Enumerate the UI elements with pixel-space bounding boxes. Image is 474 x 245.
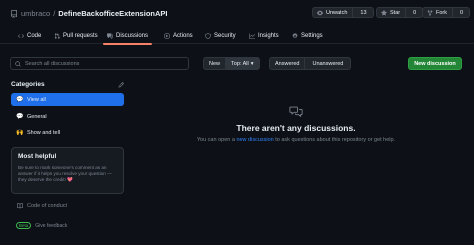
code-of-conduct-label: Code of conduct: [27, 203, 68, 209]
sort-toggle: New Top: All ▾: [203, 57, 260, 70]
tab-security[interactable]: Security: [205, 30, 236, 42]
eye-icon: [317, 10, 323, 15]
watch-count: 13: [360, 9, 367, 16]
empty-state-title: There aren't any discussions.: [236, 123, 356, 133]
most-helpful-box: Most helpful Be sure to mark someone's c…: [11, 147, 124, 194]
tab-settings[interactable]: Settings: [292, 30, 323, 42]
discussions-empty-icon: [289, 106, 303, 117]
tab-insights-label: Insights: [258, 33, 279, 39]
divider: [452, 7, 453, 18]
category-label: View all: [27, 96, 46, 103]
most-helpful-text: Be sure to mark someone's comment as an …: [18, 165, 112, 182]
discussions-icon: [107, 33, 113, 39]
tab-discussions-label: Discussions: [116, 33, 149, 39]
tab-discussions[interactable]: Discussions: [102, 30, 153, 45]
sort-top-label: Top: All: [231, 60, 249, 67]
tab-pull-requests[interactable]: Pull requests: [54, 30, 98, 42]
category-label: General: [27, 113, 47, 120]
pencil-icon[interactable]: [118, 82, 124, 88]
star-button[interactable]: Star 0: [376, 7, 424, 18]
repo-nav-tabs: Code Pull requests Discussions Actions S…: [0, 26, 474, 45]
tab-settings-label: Settings: [301, 33, 323, 39]
fork-button[interactable]: Fork 0: [422, 7, 471, 18]
search-input[interactable]: [24, 60, 184, 67]
fork-label: Fork: [436, 9, 447, 16]
raised-hands-icon: 🙌: [16, 130, 24, 136]
tab-actions-label: Actions: [173, 33, 193, 39]
star-label: Star: [390, 9, 401, 16]
sort-new-button[interactable]: New: [204, 58, 225, 69]
gear-icon: [292, 33, 298, 39]
empty-state-message: You can open a new discussion to ask que…: [150, 137, 442, 143]
pull-request-icon: [54, 33, 60, 39]
empty-state-text-after: to ask questions about this repository o…: [273, 137, 396, 143]
new-discussion-link[interactable]: new discussion: [236, 137, 273, 143]
tab-security-label: Security: [214, 33, 236, 39]
category-general[interactable]: 💬 General: [11, 110, 124, 123]
repo-separator: /: [53, 9, 56, 18]
tab-actions[interactable]: Actions: [164, 30, 193, 42]
sort-top-dropdown[interactable]: Top: All ▾: [225, 58, 259, 69]
book-icon: [17, 203, 23, 209]
repo-icon: [11, 9, 17, 18]
fork-count: 0: [460, 9, 464, 16]
empty-state-text-before: You can open a: [196, 137, 237, 143]
code-icon: [18, 34, 24, 38]
tab-pull-requests-label: Pull requests: [63, 33, 98, 39]
shield-icon: [205, 33, 211, 39]
filter-unanswered-button[interactable]: Unanswered: [304, 58, 350, 69]
categories-heading: Categories: [11, 81, 45, 88]
unwatch-label: Unwatch: [326, 9, 348, 16]
search-icon: [15, 60, 21, 67]
graph-icon: [249, 33, 255, 39]
filter-answered-button[interactable]: Answered: [270, 58, 304, 69]
tab-code-label: Code: [27, 33, 42, 39]
category-show-and-tell[interactable]: 🙌 Show and tell: [11, 126, 124, 139]
divider: [352, 7, 354, 18]
tab-code[interactable]: Code: [18, 30, 41, 42]
give-feedback-link[interactable]: Give feedback: [35, 223, 67, 229]
repo-name-link[interactable]: DefineBackofficeExtensionAPI: [58, 9, 167, 18]
code-of-conduct-link[interactable]: Code of conduct: [17, 203, 67, 209]
answer-filter: Answered Unanswered: [269, 57, 352, 70]
give-feedback[interactable]: Beta Give feedback: [16, 222, 67, 229]
speech-balloon-icon: 💬: [16, 97, 24, 103]
repo-breadcrumb: umbraco / DefineBackofficeExtensionAPI: [10, 9, 167, 18]
star-icon: [381, 9, 387, 15]
tab-insights[interactable]: Insights: [249, 30, 279, 42]
beta-badge: Beta: [16, 222, 32, 229]
unwatch-button[interactable]: Unwatch 13: [312, 7, 374, 18]
fork-icon: [427, 9, 433, 16]
speech-balloon-icon: 💬: [16, 114, 24, 120]
most-helpful-title: Most helpful: [18, 153, 57, 160]
chevron-down-icon: ▾: [250, 60, 254, 67]
discussion-search: [10, 57, 189, 70]
new-discussion-button[interactable]: New discussion: [408, 57, 462, 70]
category-label: Show and tell: [27, 129, 61, 136]
play-icon: [164, 33, 170, 39]
repo-owner-link[interactable]: umbraco: [21, 9, 50, 18]
divider: [405, 7, 407, 18]
star-count: 0: [413, 9, 417, 16]
category-view-all[interactable]: 💬 View all: [11, 93, 124, 106]
